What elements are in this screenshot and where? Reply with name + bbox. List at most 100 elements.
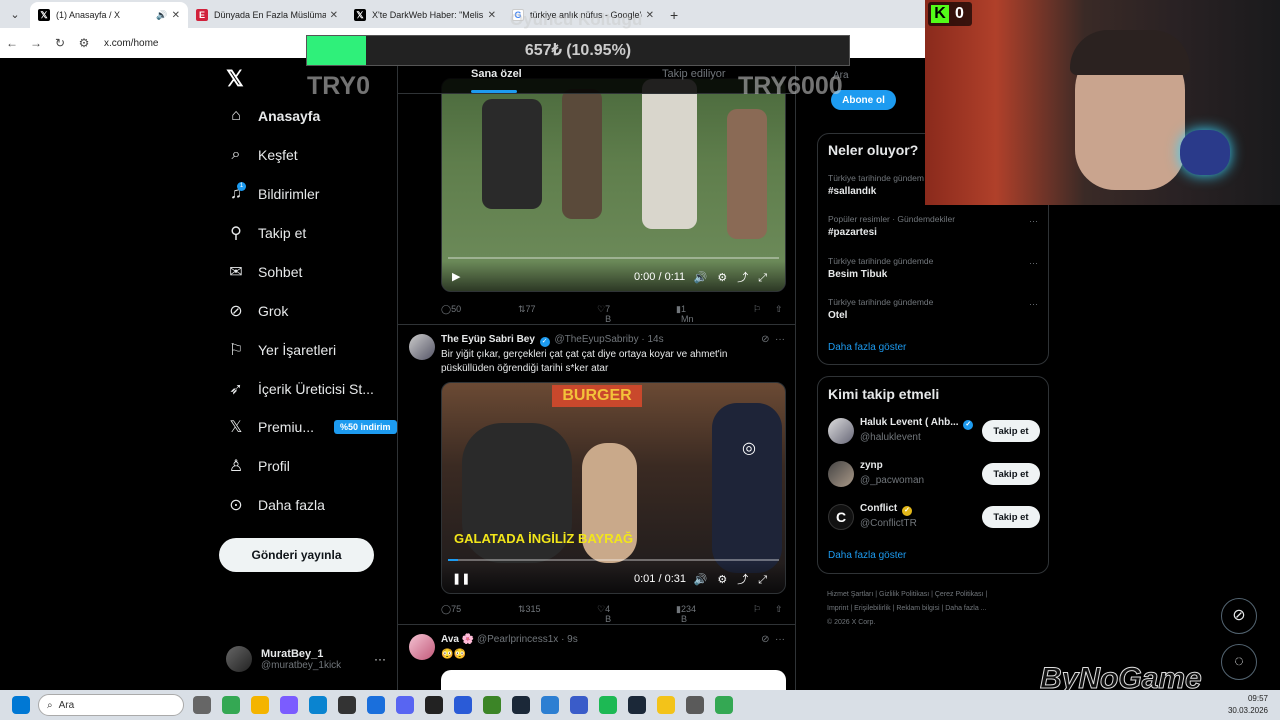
steam-icon[interactable] [628, 696, 646, 714]
app-icon[interactable] [367, 696, 385, 714]
messages-float-icon[interactable]: ◌ [1221, 644, 1257, 680]
trend-name[interactable]: #sallandık [828, 186, 876, 197]
tab-search-icon[interactable]: ⌄ [4, 3, 26, 25]
author-name[interactable]: Ava 🌸 [441, 634, 474, 645]
nav-profile[interactable]: ♙ Profil [226, 454, 290, 478]
trend-more-icon[interactable]: ··· [1029, 216, 1038, 226]
close-tab-icon[interactable]: ✕ [172, 10, 180, 21]
video-control-icons[interactable]: 🔊⚙⤴⤢ [694, 571, 777, 587]
nav-creator-studio[interactable]: ➶ İçerik Üreticisi St... [226, 377, 374, 401]
follow-suggestion[interactable]: C Conflict ✓ @ConflictTR Takip et [828, 503, 1040, 533]
bookmark-icon[interactable]: ⚐ [753, 604, 761, 615]
grok-float-icon[interactable]: ⊘ [1221, 598, 1257, 634]
nav-more[interactable]: ⊙ Daha fazla [226, 493, 325, 517]
edge-icon[interactable] [309, 696, 327, 714]
video-player[interactable]: BURGER ◎ GALATADA İNGİLİZ BAYRAĞ ❚❚ 0:01… [441, 382, 786, 594]
tweet-time[interactable]: · 9s [561, 634, 578, 645]
close-tab-icon[interactable]: ✕ [646, 10, 654, 21]
app-icon[interactable] [541, 696, 559, 714]
system-clock[interactable]: 09:57 30.03.2026 [1228, 693, 1268, 717]
file-explorer-icon[interactable] [251, 696, 269, 714]
share-icon[interactable]: ⇧ [775, 304, 783, 315]
site-info-icon[interactable]: ⚙ [72, 36, 96, 50]
discord-icon[interactable] [396, 696, 414, 714]
speaker-icon[interactable]: 🔊 [156, 10, 167, 21]
video-player[interactable]: ▶ 0:00 / 0:11 🔊⚙⤴⤢ [441, 78, 786, 292]
follow-suggestion[interactable]: zynp @_pacwoman Takip et [828, 460, 1040, 490]
url-field[interactable]: x.com/home [104, 38, 158, 49]
views-button[interactable]: ▮ 1 Mn [676, 304, 693, 324]
nav-home[interactable]: ⌂ Anasayfa [226, 104, 320, 128]
video-progress-bar[interactable] [448, 559, 779, 561]
play-icon[interactable]: ▶ [452, 270, 460, 283]
x-logo-icon[interactable]: 𝕏 [226, 66, 244, 92]
like-button[interactable]: ♡ 7 B [597, 304, 611, 324]
follow-suggestion[interactable]: Haluk Levent ( Ahb... ✓ @haluklevent Tak… [828, 417, 1040, 447]
repost-button[interactable]: ⇅ 315 [518, 604, 541, 615]
follow-button[interactable]: Takip et [982, 420, 1040, 442]
windows-start-icon[interactable] [12, 696, 30, 714]
trend-more-icon[interactable]: ··· [1029, 299, 1038, 309]
video-control-icons[interactable]: 🔊⚙⤴⤢ [694, 269, 777, 285]
browser-tab[interactable]: E Dünyada En Fazla Müslüman H... ✕ [188, 2, 346, 28]
taskbar-search[interactable]: ⌕ Ara [38, 694, 184, 716]
close-tab-icon[interactable]: ✕ [488, 10, 496, 21]
show-more-link[interactable]: Daha fazla göster [828, 342, 906, 353]
tab-following[interactable]: Takip ediliyor [662, 68, 726, 80]
new-tab-icon[interactable]: + [670, 7, 678, 23]
more-icon[interactable]: ··· [374, 652, 386, 666]
settings-icon[interactable] [686, 696, 704, 714]
browser-tab[interactable]: 𝕏 X'te DarkWeb Haber: "Melis İşi... ✕ [346, 2, 504, 28]
show-more-link[interactable]: Daha fazla göster [828, 550, 906, 561]
app-icon[interactable] [657, 696, 675, 714]
reply-button[interactable]: ◯ 75 [441, 604, 461, 615]
browser-tab[interactable]: 𝕏 (1) Anasayfa / X 🔊 ✕ [30, 2, 188, 28]
avatar[interactable] [409, 634, 435, 660]
nav-chat[interactable]: ✉ Sohbet [226, 260, 302, 284]
nav-bookmarks[interactable]: ⚐ Yer İşaretleri [226, 338, 336, 362]
tab-for-you[interactable]: Sana özel [471, 68, 522, 80]
tweet-more-icon[interactable]: ⊘ ··· [761, 334, 785, 345]
like-button[interactable]: ♡ 4 B [597, 604, 611, 624]
chrome-icon[interactable] [222, 696, 240, 714]
obs-icon[interactable] [338, 696, 356, 714]
author-handle[interactable]: @TheEyupSabriby [554, 334, 638, 345]
nav-follow[interactable]: ⚲ Takip et [226, 221, 306, 245]
copilot-icon[interactable] [280, 696, 298, 714]
trend-more-icon[interactable]: ··· [1029, 258, 1038, 268]
avatar[interactable] [409, 334, 435, 360]
bookmark-icon[interactable]: ⚐ [753, 304, 761, 315]
repost-button[interactable]: ⇅ 77 [518, 304, 536, 315]
share-icon[interactable]: ⇧ [775, 604, 783, 615]
close-tab-icon[interactable]: ✕ [330, 10, 338, 21]
app-icon[interactable] [454, 696, 472, 714]
reload-icon[interactable]: ↻ [48, 36, 72, 50]
trend-name[interactable]: #pazartesi [828, 227, 877, 238]
post-button[interactable]: Gönderi yayınla [219, 538, 374, 572]
video-progress-bar[interactable] [448, 257, 779, 259]
capcut-icon[interactable] [425, 696, 443, 714]
follow-button[interactable]: Takip et [982, 463, 1040, 485]
account-switcher[interactable]: MuratBey_1 @muratbey_1kick ··· [226, 644, 386, 674]
nav-notifications[interactable]: ♫ 1 Bildirimler [226, 182, 319, 206]
spotify-icon[interactable] [599, 696, 617, 714]
footer-links-row[interactable]: Hizmet Şartları | Gizlilik Politikası | … [827, 588, 1047, 602]
author-name[interactable]: The Eyüp Sabri Bey [441, 334, 535, 345]
nav-explore[interactable]: ⌕ Keşfet [226, 143, 298, 167]
tweet-more-icon[interactable]: ⊘ ··· [761, 634, 785, 645]
trend-name[interactable]: Besim Tibuk [828, 269, 887, 280]
nav-premium[interactable]: 𝕏 Premiu... %50 indirim [226, 415, 397, 439]
app-icon[interactable] [512, 696, 530, 714]
back-icon[interactable]: ← [0, 36, 24, 50]
app-icon[interactable] [570, 696, 588, 714]
pause-icon[interactable]: ❚❚ [452, 572, 470, 585]
tweet-time[interactable]: · 14s [641, 334, 663, 345]
minecraft-icon[interactable] [483, 696, 501, 714]
chrome-icon[interactable] [715, 696, 733, 714]
reply-button[interactable]: ◯ 50 [441, 304, 461, 315]
task-view-icon[interactable] [193, 696, 211, 714]
tweet-media[interactable] [441, 670, 786, 690]
nav-grok[interactable]: ⊘ Grok [226, 299, 288, 323]
views-button[interactable]: ▮ 234 B [676, 604, 696, 624]
trend-name[interactable]: Otel [828, 310, 847, 321]
